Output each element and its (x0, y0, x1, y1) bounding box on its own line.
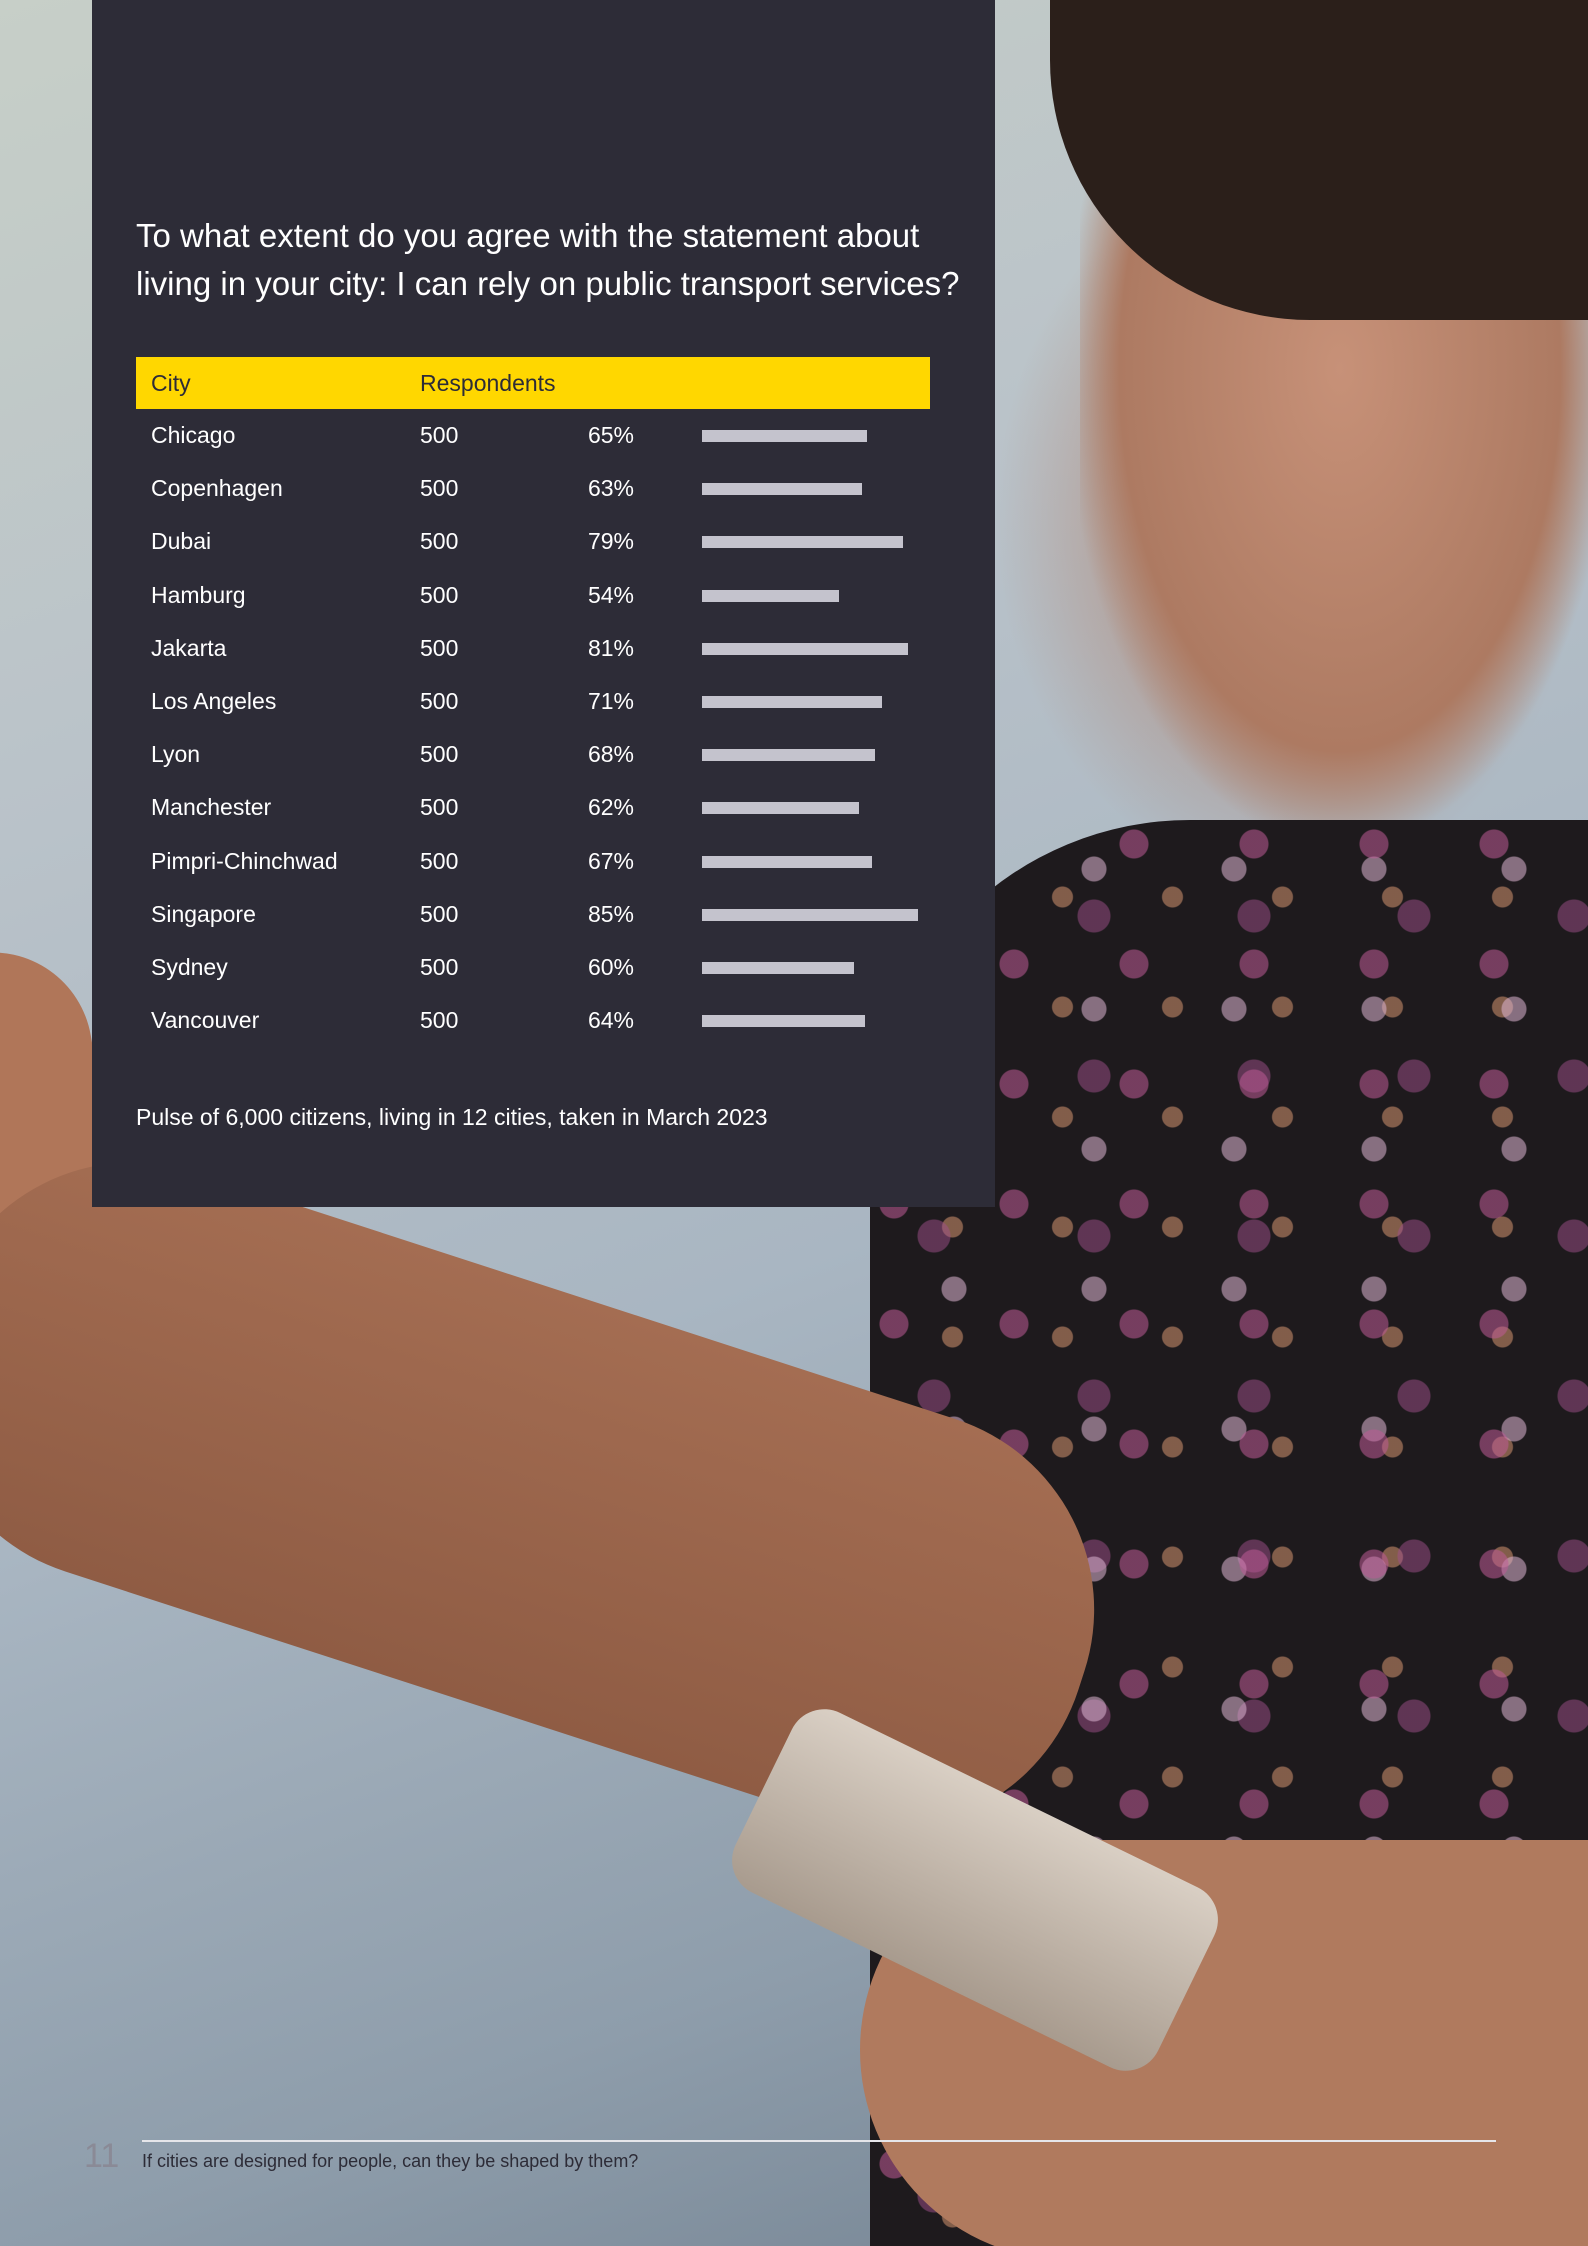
row-bar (702, 1015, 865, 1028)
row-respondents: 500 (420, 900, 459, 927)
row-respondents: 500 (420, 741, 459, 768)
row-city: Lyon (151, 741, 201, 768)
table-row: Singapore 500 85% (136, 888, 930, 941)
row-percent-label: 60% (587, 953, 634, 980)
row-percent-label: 65% (587, 422, 634, 448)
table-row: Sydney 500 60% (136, 941, 930, 994)
row-bar (702, 855, 872, 868)
row-city: Vancouver (151, 1007, 260, 1034)
row-percent-label: 62% (587, 794, 634, 821)
row-percent-label: 64% (587, 1007, 634, 1034)
row-city: Jakarta (151, 634, 227, 661)
row-respondents: 500 (420, 581, 459, 608)
header-city: City (151, 370, 191, 396)
table-row: Chicago 500 65% (136, 409, 930, 462)
row-percent-label: 85% (587, 900, 634, 927)
table-header: City Respondents (136, 357, 930, 409)
row-city: Hamburg (151, 581, 246, 608)
table-row: Jakarta 500 81% (136, 622, 930, 675)
row-respondents: 500 (420, 687, 459, 714)
row-percent-label: 54% (587, 581, 634, 608)
row-bar (702, 961, 854, 974)
row-bar (702, 695, 882, 708)
row-percent-label: 68% (587, 741, 634, 768)
table-row: Los Angeles 500 71% (136, 675, 930, 728)
row-bar (702, 749, 875, 762)
row-city: Chicago (151, 422, 236, 448)
row-respondents: 500 (420, 634, 459, 661)
row-percent-label: 71% (587, 687, 634, 714)
table-row: Pimpri-Chinchwad 500 67% (136, 835, 930, 888)
row-percent-label: 63% (587, 475, 634, 502)
row-respondents: 500 (420, 953, 459, 980)
table-row: Dubai 500 79% (136, 515, 930, 568)
row-bar (702, 483, 862, 496)
row-respondents: 500 (420, 528, 459, 555)
row-bar (702, 802, 859, 815)
info-panel: To what extent do you agree with the sta… (92, 0, 995, 1207)
row-respondents: 500 (420, 422, 459, 448)
row-bar (702, 536, 903, 549)
question-title: To what extent do you agree with the sta… (136, 217, 960, 302)
row-percent-label: 79% (587, 528, 634, 555)
row-city: Manchester (151, 794, 272, 821)
page-number: 11 (84, 2137, 120, 2175)
row-bar (702, 589, 839, 602)
row-respondents: 500 (420, 475, 459, 502)
row-percent-label: 67% (587, 847, 634, 874)
row-bar (702, 908, 918, 921)
footer-title: If cities are designed for people, can t… (142, 2151, 639, 2171)
footer-divider (142, 2140, 1496, 2142)
table-row: Manchester 500 62% (136, 781, 930, 834)
row-respondents: 500 (420, 794, 459, 821)
row-percent-label: 81% (587, 634, 634, 661)
row-city: Sydney (151, 953, 228, 980)
row-city: Pimpri-Chinchwad (151, 847, 338, 874)
row-city: Copenhagen (151, 475, 283, 502)
row-bar (702, 430, 867, 442)
table-row: Lyon 500 68% (136, 728, 930, 781)
table-row: Vancouver 500 64% (136, 994, 930, 1047)
row-city: Singapore (151, 900, 256, 927)
table-row: Hamburg 500 54% (136, 569, 930, 622)
row-city: Los Angeles (151, 687, 277, 714)
row-city: Dubai (151, 528, 212, 555)
row-bar (702, 642, 908, 655)
header-respondents: Respondents (420, 370, 556, 396)
survey-note: Pulse of 6,000 citizens, living in 12 ci… (136, 1104, 768, 1130)
table-row: Copenhagen 500 63% (136, 462, 930, 515)
row-respondents: 500 (420, 1007, 459, 1034)
row-respondents: 500 (420, 847, 459, 874)
results-table: Chicago 500 65% Copenhagen 500 63% Dubai 500 79%… (136, 409, 930, 1047)
